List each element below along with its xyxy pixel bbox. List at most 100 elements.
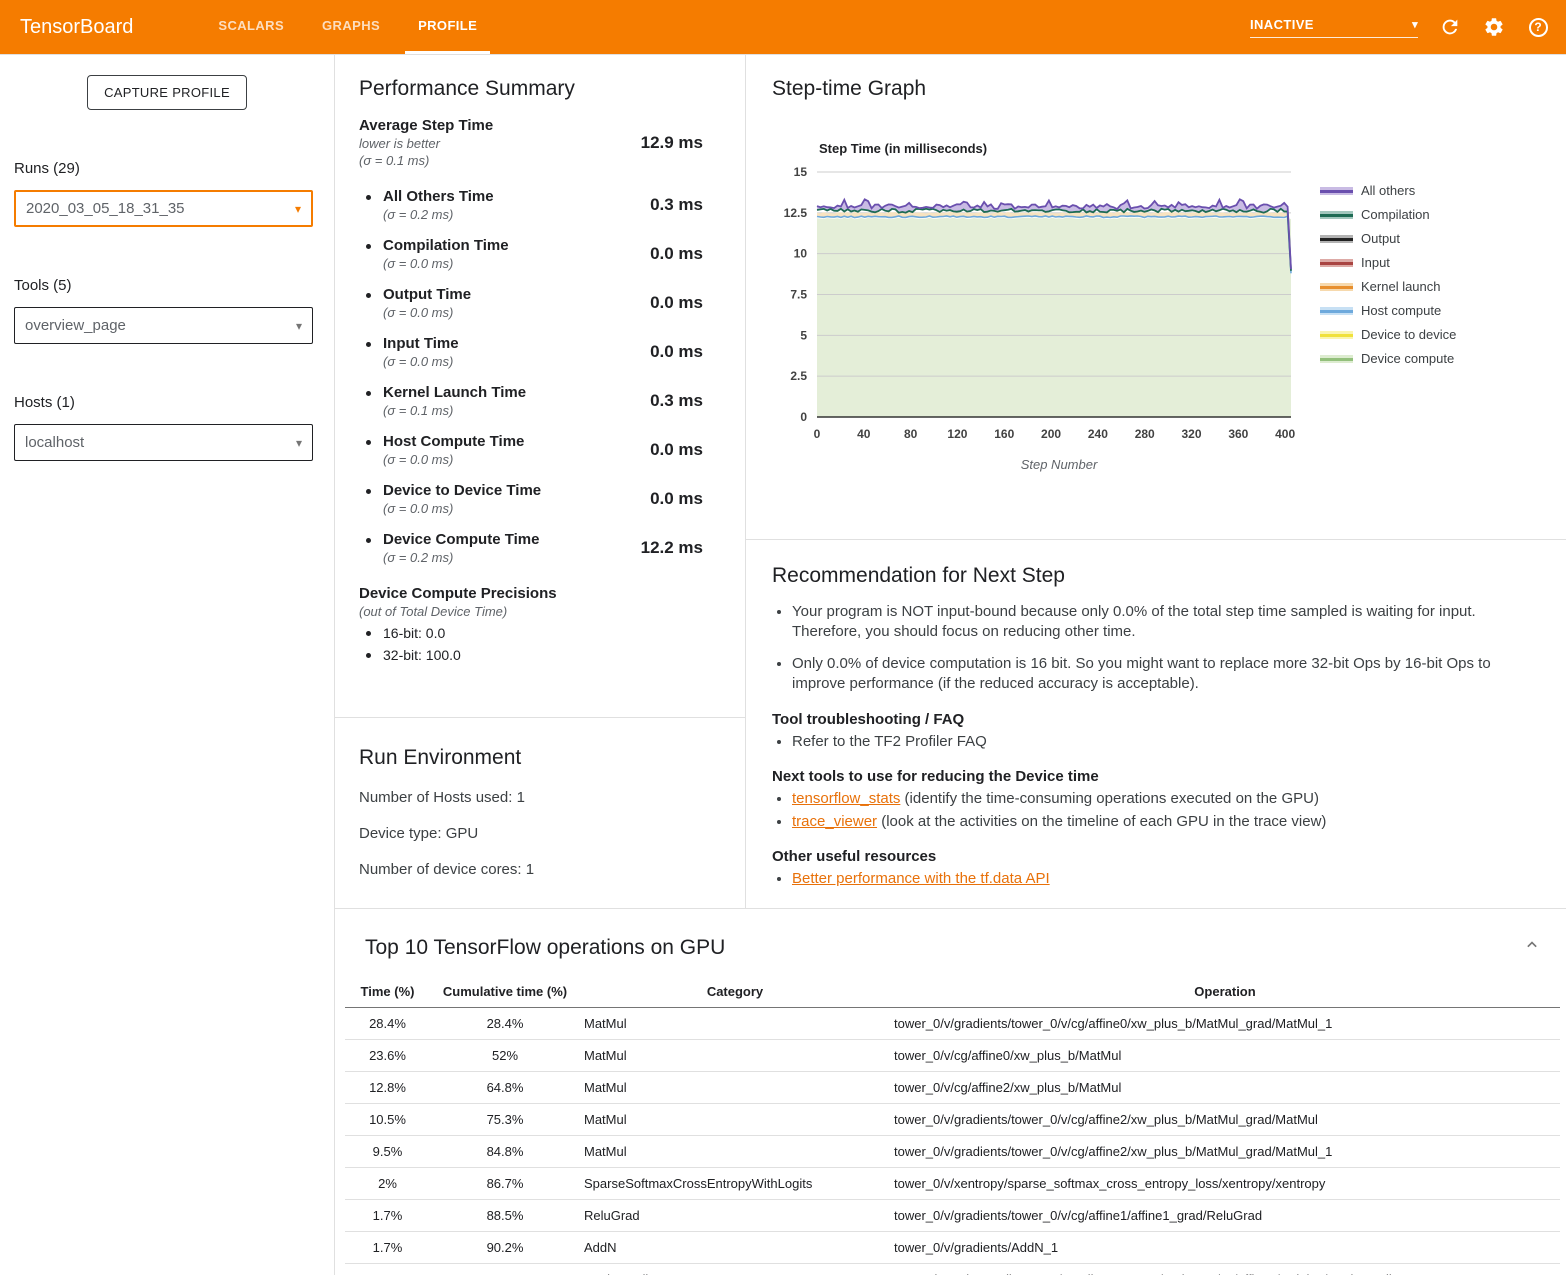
metric-sigma: (σ = 0.1 ms) xyxy=(359,153,493,168)
status-dropdown-value: INACTIVE xyxy=(1250,17,1314,32)
ops-cell-category: AddN xyxy=(580,1232,890,1264)
selector-value: localhost xyxy=(25,434,84,451)
chevron-down-icon: ▾ xyxy=(296,319,302,333)
svg-text:40: 40 xyxy=(857,427,871,441)
metric-value: 0.0 ms xyxy=(650,244,715,264)
selector-label: Runs (29) xyxy=(14,160,313,177)
faq-title: Tool troubleshooting / FAQ xyxy=(772,711,1526,728)
table-row: 1.7%90.2%AddNtower_0/v/gradients/AddN_1 xyxy=(345,1232,1560,1264)
ops-cell-time: 9.5% xyxy=(345,1136,430,1168)
ops-cell-category: MatMul xyxy=(580,1040,890,1072)
bullet-icon xyxy=(366,195,371,200)
ops-cell-time: 28.4% xyxy=(345,1008,430,1040)
metric-value: 0.3 ms xyxy=(650,195,715,215)
metric-value: 0.0 ms xyxy=(650,489,715,509)
metric-label: Compilation Time xyxy=(383,237,509,254)
ops-cell-cumulative: 28.4% xyxy=(430,1008,580,1040)
step-time-graph-section: Step-time Graph Step Time (in millisecon… xyxy=(746,55,1566,540)
legend-swatch-icon xyxy=(1320,281,1353,293)
svg-text:15: 15 xyxy=(794,165,808,179)
ops-cell-operation: tower_0/v/gradients/AddN_1 xyxy=(890,1232,1560,1264)
selector-value: 2020_03_05_18_31_35 xyxy=(26,200,185,217)
runs-dropdown[interactable]: 2020_03_05_18_31_35 ▾ xyxy=(14,190,313,227)
svg-text:2.5: 2.5 xyxy=(790,369,807,383)
hosts-dropdown[interactable]: localhost ▾ xyxy=(14,424,313,461)
recommendation-title: Recommendation for Next Step xyxy=(772,564,1526,588)
tab-graphs[interactable]: GRAPHS xyxy=(309,0,393,54)
selector-value: overview_page xyxy=(25,317,126,334)
ops-cell-operation: tower_0/v/gradients/tower_0/v/cg/affine1… xyxy=(890,1200,1560,1232)
top-navbar: TensorBoard SCALARSGRAPHSPROFILE INACTIV… xyxy=(0,0,1566,55)
recommendation-section: Recommendation for Next Step Your progra… xyxy=(746,540,1566,893)
performance-summary-title: Performance Summary xyxy=(359,77,715,101)
performance-summary-section: Performance Summary Average Step Time lo… xyxy=(335,55,745,718)
ops-cell-operation: tower_0/v/gradients/tower_0/v/cg/affine2… xyxy=(890,1104,1560,1136)
ops-column-header: Cumulative time (%) xyxy=(430,976,580,1008)
metric-value: 0.0 ms xyxy=(650,293,715,313)
faq-list: Refer to the TF2 Profiler FAQ xyxy=(792,733,1526,750)
chevron-up-icon[interactable] xyxy=(1522,935,1542,960)
ops-cell-operation: append_apply_gradient_ops/GradientDescen… xyxy=(890,1264,1560,1275)
chart-title: Step Time (in milliseconds) xyxy=(819,141,1306,156)
ops-cell-time: 2% xyxy=(345,1168,430,1200)
perf-metric: Host Compute Time (σ = 0.0 ms) 0.0 ms xyxy=(359,433,715,467)
table-row: 28.4%28.4%MatMultower_0/v/gradients/towe… xyxy=(345,1008,1560,1040)
metric-label: Average Step Time xyxy=(359,117,493,134)
tools-dropdown[interactable]: overview_page ▾ xyxy=(14,307,313,344)
tab-profile[interactable]: PROFILE xyxy=(405,0,490,54)
question-mark-icon: ? xyxy=(1529,18,1548,37)
legend-item: Device to device xyxy=(1320,327,1456,342)
precision-item: 32-bit: 100.0 xyxy=(359,647,715,663)
gear-icon[interactable] xyxy=(1482,15,1506,39)
metric-label: Input Time xyxy=(383,335,459,352)
tool-link[interactable]: trace_viewer xyxy=(792,813,877,830)
ops-cell-time: 1.7% xyxy=(345,1264,430,1275)
legend-swatch-icon xyxy=(1320,209,1353,221)
legend-swatch-icon xyxy=(1320,257,1353,269)
svg-text:200: 200 xyxy=(1041,427,1061,441)
ops-column-header: Time (%) xyxy=(345,976,430,1008)
precisions-title: Device Compute Precisions xyxy=(359,585,715,602)
bullet-icon xyxy=(366,293,371,298)
tool-item: tensorflow_stats (identify the time-cons… xyxy=(792,790,1526,807)
metric-label: Output Time xyxy=(383,286,471,303)
refresh-icon[interactable] xyxy=(1438,15,1462,39)
top-ops-title: Top 10 TensorFlow operations on GPU xyxy=(365,936,725,960)
capture-profile-button[interactable]: CAPTURE PROFILE xyxy=(87,75,247,110)
chevron-down-icon: ▾ xyxy=(296,436,302,450)
ops-cell-operation: tower_0/v/gradients/tower_0/v/cg/affine0… xyxy=(890,1008,1560,1040)
tab-scalars[interactable]: SCALARS xyxy=(205,0,297,54)
help-icon[interactable]: ? xyxy=(1526,15,1550,39)
ops-cell-operation: tower_0/v/cg/affine2/xw_plus_b/MatMul xyxy=(890,1072,1560,1104)
metric-value: 0.3 ms xyxy=(650,391,715,411)
list-item: Your program is NOT input-bound because … xyxy=(792,602,1526,641)
list-item: Only 0.0% of device computation is 16 bi… xyxy=(792,654,1526,693)
status-dropdown[interactable]: INACTIVE ▾ xyxy=(1250,17,1418,38)
metric-list: All Others Time (σ = 0.2 ms) 0.3 ms Comp… xyxy=(359,188,715,565)
ops-cell-category: MatMul xyxy=(580,1136,890,1168)
svg-text:400: 400 xyxy=(1275,427,1295,441)
legend-label: Device compute xyxy=(1361,351,1454,366)
legend-swatch-icon xyxy=(1320,233,1353,245)
ops-cell-time: 23.6% xyxy=(345,1040,430,1072)
precision-item: 16-bit: 0.0 xyxy=(359,625,715,641)
legend-label: Host compute xyxy=(1361,303,1441,318)
tool-link[interactable]: tensorflow_stats xyxy=(792,790,900,807)
metric-label: Device to Device Time xyxy=(383,482,541,499)
top-ops-table: Time (%)Cumulative time (%)CategoryOpera… xyxy=(345,976,1560,1275)
legend-item: Output xyxy=(1320,231,1456,246)
svg-text:5: 5 xyxy=(800,328,807,342)
graph-column: Step-time Graph Step Time (in millisecon… xyxy=(745,55,1566,908)
metric-sigma: (σ = 0.0 ms) xyxy=(383,501,541,516)
table-row: 12.8%64.8%MatMultower_0/v/cg/affine2/xw_… xyxy=(345,1072,1560,1104)
ops-cell-category: MatMul xyxy=(580,1072,890,1104)
chart-legend: All others Compilation Output Input Kern… xyxy=(1320,183,1456,472)
environment-line: Number of device cores: 1 xyxy=(359,861,721,878)
ops-cell-time: 12.8% xyxy=(345,1072,430,1104)
bullet-icon xyxy=(366,489,371,494)
resource-link[interactable]: Better performance with the tf.data API xyxy=(792,870,1050,887)
bullet-icon xyxy=(366,440,371,445)
legend-label: Compilation xyxy=(1361,207,1430,222)
ops-cell-category: ApplyGradientDescent xyxy=(580,1264,890,1275)
ops-cell-cumulative: 91.9% xyxy=(430,1264,580,1275)
